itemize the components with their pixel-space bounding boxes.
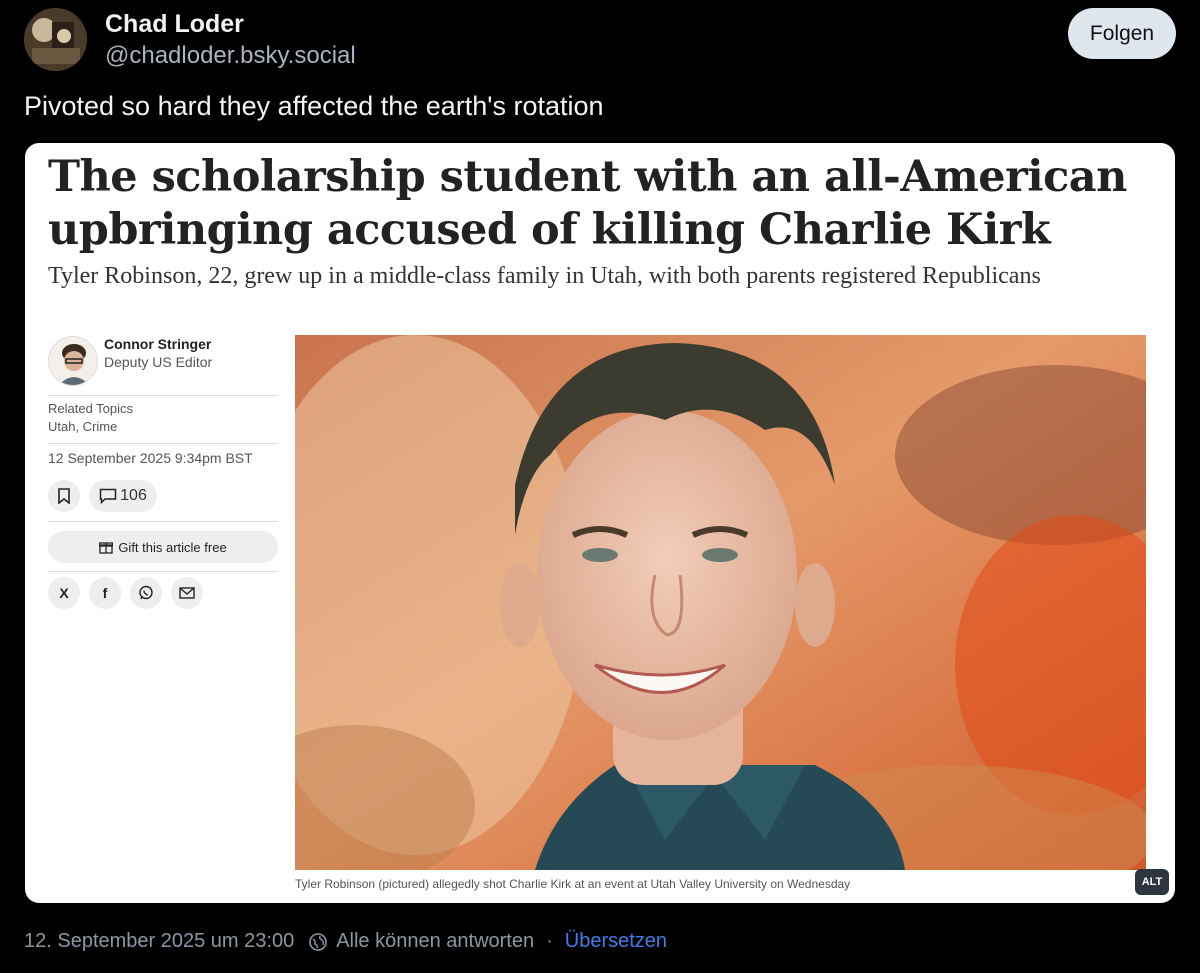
divider bbox=[48, 395, 278, 396]
gift-article-button[interactable]: Gift this article free bbox=[48, 531, 278, 563]
x-icon: X bbox=[59, 585, 69, 601]
topics-label: Related Topics bbox=[48, 401, 134, 416]
comments-button[interactable]: 106 bbox=[89, 480, 157, 512]
share-email-button[interactable] bbox=[171, 577, 203, 609]
article-author-avatar bbox=[48, 336, 98, 386]
article-author-role: Deputy US Editor bbox=[104, 354, 213, 370]
comment-count: 106 bbox=[120, 487, 147, 504]
avatar-image bbox=[24, 8, 87, 71]
gift-label: Gift this article free bbox=[118, 539, 227, 555]
post-timestamp[interactable]: 12. September 2025 um 23:00 bbox=[24, 930, 294, 953]
share-whatsapp-button[interactable] bbox=[130, 577, 162, 609]
translate-link[interactable]: Übersetzen bbox=[565, 930, 667, 953]
gift-icon bbox=[99, 542, 114, 554]
article-date: 12 September 2025 9:34pm BST bbox=[48, 450, 253, 466]
user-handle[interactable]: @chadloder.bsky.social bbox=[105, 42, 356, 70]
alt-text-badge[interactable]: ALT bbox=[1135, 869, 1169, 895]
article-standfirst: Tyler Robinson, 22, grew up in a middle-… bbox=[48, 263, 1041, 289]
share-x-button[interactable]: X bbox=[48, 577, 80, 609]
bookmark-icon bbox=[58, 488, 70, 504]
divider bbox=[48, 521, 278, 522]
globe-reply-icon bbox=[308, 932, 328, 952]
article-photo bbox=[295, 335, 1146, 870]
follow-button[interactable]: Folgen bbox=[1068, 8, 1176, 59]
photo-caption: Tyler Robinson (pictured) allegedly shot… bbox=[295, 877, 851, 891]
divider bbox=[48, 443, 278, 444]
author-portrait-icon bbox=[49, 337, 97, 385]
topics-value[interactable]: Utah, Crime bbox=[48, 419, 117, 434]
divider bbox=[48, 571, 278, 572]
post-meta: 12. September 2025 um 23:00 Alle können … bbox=[24, 930, 667, 953]
share-facebook-button[interactable]: f bbox=[89, 577, 121, 609]
facebook-icon: f bbox=[102, 585, 108, 601]
embedded-image[interactable]: The scholarship student with an all-Amer… bbox=[25, 143, 1175, 903]
post-text: Pivoted so hard they affected the earth'… bbox=[24, 91, 604, 121]
article-headline: The scholarship student with an all-Amer… bbox=[48, 151, 1128, 257]
email-icon bbox=[179, 587, 195, 599]
reply-setting[interactable]: Alle können antworten bbox=[336, 930, 534, 953]
headline-line-1: The scholarship student with an all-Amer… bbox=[48, 152, 1127, 202]
display-name[interactable]: Chad Loder bbox=[105, 10, 244, 39]
author-avatar[interactable] bbox=[24, 8, 87, 71]
portrait-photo-illustration bbox=[295, 335, 1146, 870]
bookmark-button[interactable] bbox=[48, 480, 80, 512]
headline-line-2: upbringing accused of killing Charlie Ki… bbox=[48, 205, 1051, 255]
article-author-name[interactable]: Connor Stringer bbox=[104, 336, 211, 352]
separator-dot: · bbox=[546, 930, 553, 952]
comment-icon bbox=[99, 488, 117, 504]
whatsapp-icon bbox=[139, 585, 153, 600]
